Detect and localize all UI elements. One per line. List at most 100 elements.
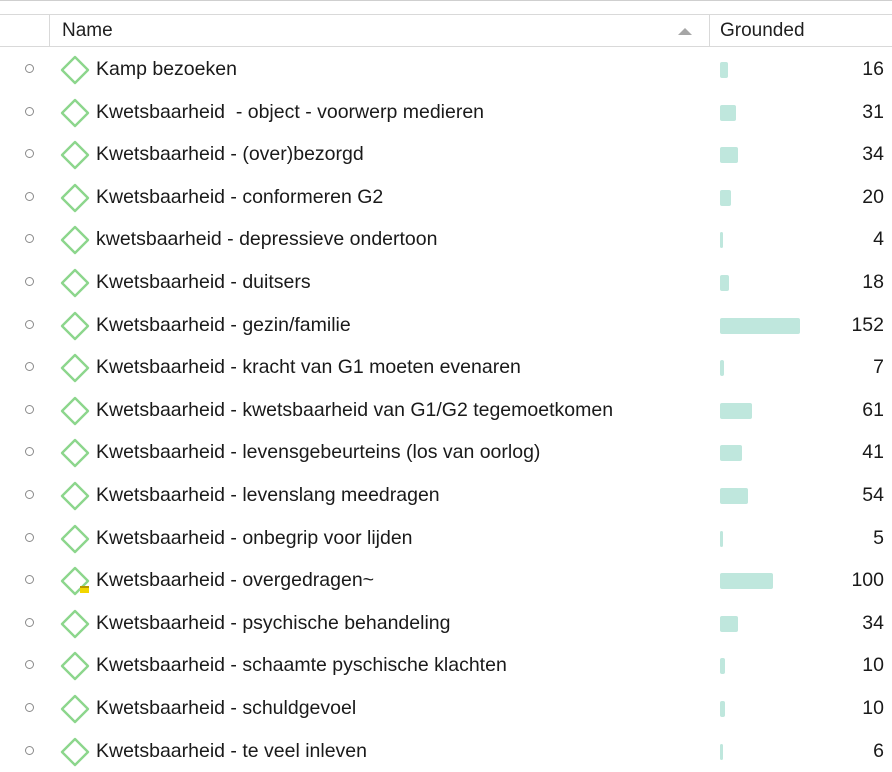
row-radio-button[interactable]: [25, 660, 34, 669]
grounded-bar: [720, 62, 728, 78]
column-header-grounded-label: Grounded: [720, 20, 805, 41]
code-diamond-icon: [60, 268, 90, 298]
row-radio-button[interactable]: [25, 746, 34, 755]
grounded-count: 10: [862, 687, 884, 729]
code-diamond-icon: [60, 55, 90, 85]
code-diamond-icon: [60, 524, 90, 554]
code-diamond-icon: [60, 98, 90, 128]
column-header-name[interactable]: Name: [49, 15, 709, 47]
table-row[interactable]: Kwetsbaarheid - kwetsbaarheid van G1/G2 …: [0, 389, 892, 432]
grounded-bar: [720, 488, 748, 504]
table-row[interactable]: Kwetsbaarheid - overgedragen~ 100: [0, 559, 892, 602]
code-name: Kwetsbaarheid - te veel inleven: [96, 730, 367, 772]
row-radio-button[interactable]: [25, 575, 34, 584]
grounded-count: 34: [862, 602, 884, 644]
code-name: Kwetsbaarheid - kracht van G1 moeten eve…: [96, 346, 521, 388]
triangle-up-icon[interactable]: [678, 28, 692, 35]
code-name: Kwetsbaarheid - psychische behandeling: [96, 602, 450, 644]
grounded-count: 100: [851, 559, 884, 601]
grounded-count: 7: [873, 346, 884, 388]
row-radio-button[interactable]: [25, 703, 34, 712]
grounded-count: 41: [862, 431, 884, 473]
code-diamond-icon: [60, 353, 90, 383]
code-name: Kwetsbaarheid - onbegrip voor lijden: [96, 517, 413, 559]
column-header: Name Grounded: [0, 14, 892, 47]
grounded-bar: [720, 616, 738, 632]
row-radio-button[interactable]: [25, 192, 34, 201]
code-diamond-icon: [60, 651, 90, 681]
grounded-count: 6: [873, 730, 884, 772]
table-row[interactable]: Kwetsbaarheid - gezin/familie 152: [0, 304, 892, 347]
code-name: Kwetsbaarheid - overgedragen~: [96, 559, 374, 601]
code-name: Kwetsbaarheid - levenslang meedragen: [96, 474, 440, 516]
row-radio-button[interactable]: [25, 405, 34, 414]
grounded-bar: [720, 105, 736, 121]
table-row[interactable]: Kwetsbaarheid - levenslang meedragen 54: [0, 474, 892, 517]
table-row[interactable]: Kamp bezoeken 16: [0, 48, 892, 91]
table-row[interactable]: Kwetsbaarheid - (over)bezorgd34: [0, 133, 892, 176]
top-border: [0, 0, 892, 5]
code-name: Kwetsbaarheid - duitsers: [96, 261, 311, 303]
grounded-bar: [720, 658, 725, 674]
row-radio-button[interactable]: [25, 234, 34, 243]
table-row[interactable]: Kwetsbaarheid - onbegrip voor lijden5: [0, 517, 892, 560]
grounded-bar: [720, 318, 800, 334]
table-row[interactable]: Kwetsbaarheid - schuldgevoel 10: [0, 687, 892, 730]
code-diamond-icon: [60, 438, 90, 468]
row-radio-button[interactable]: [25, 490, 34, 499]
column-header-name-label: Name: [62, 20, 113, 41]
grounded-bar: [720, 744, 723, 760]
table-row[interactable]: Kwetsbaarheid - schaamte pyschische klac…: [0, 644, 892, 687]
table-row[interactable]: Kwetsbaarheid - object - voorwerp medier…: [0, 91, 892, 134]
code-name: Kamp bezoeken: [96, 48, 237, 90]
code-diamond-icon: [60, 311, 90, 341]
row-radio-button[interactable]: [25, 533, 34, 542]
table-row[interactable]: Kwetsbaarheid - conformeren G220: [0, 176, 892, 219]
code-diamond-icon: [60, 396, 90, 426]
grounded-bar: [720, 147, 738, 163]
code-diamond-icon: [60, 183, 90, 213]
code-name: Kwetsbaarheid - kwetsbaarheid van G1/G2 …: [96, 389, 613, 431]
table-row[interactable]: kwetsbaarheid - depressieve ondertoon 4: [0, 218, 892, 261]
grounded-count: 54: [862, 474, 884, 516]
grounded-count: 18: [862, 261, 884, 303]
table-row[interactable]: Kwetsbaarheid - duitsers 18: [0, 261, 892, 304]
code-diamond-icon: [60, 609, 90, 639]
column-header-grounded[interactable]: Grounded: [709, 15, 892, 47]
row-radio-button[interactable]: [25, 277, 34, 286]
code-name: Kwetsbaarheid - schaamte pyschische klac…: [96, 644, 507, 686]
grounded-bar: [720, 531, 723, 547]
grounded-bar: [720, 275, 729, 291]
table-row[interactable]: Kwetsbaarheid - te veel inleven 6: [0, 730, 892, 772]
code-name: Kwetsbaarheid - (over)bezorgd: [96, 133, 364, 175]
grounded-count: 61: [862, 389, 884, 431]
table-row[interactable]: Kwetsbaarheid - kracht van G1 moeten eve…: [0, 346, 892, 389]
code-list: Kamp bezoeken 16 Kwetsbaarheid - object - …: [0, 48, 892, 772]
code-name: Kwetsbaarheid - levensgebeurteins (los v…: [96, 431, 540, 473]
code-diamond-icon: [60, 225, 90, 255]
grounded-count: 10: [862, 644, 884, 686]
row-radio-button[interactable]: [25, 618, 34, 627]
code-name: Kwetsbaarheid - gezin/familie: [96, 304, 351, 346]
code-name: Kwetsbaarheid - conformeren G2: [96, 176, 383, 218]
grounded-count: 4: [873, 218, 884, 260]
row-radio-button[interactable]: [25, 107, 34, 116]
code-name: Kwetsbaarheid - object - voorwerp medier…: [96, 91, 484, 133]
code-name: kwetsbaarheid - depressieve ondertoon: [96, 218, 437, 260]
row-radio-button[interactable]: [25, 320, 34, 329]
code-name: Kwetsbaarheid - schuldgevoel: [96, 687, 356, 729]
grounded-bar: [720, 445, 742, 461]
grounded-count: 152: [851, 304, 884, 346]
row-radio-button[interactable]: [25, 362, 34, 371]
table-row[interactable]: Kwetsbaarheid - psychische behandeling 34: [0, 602, 892, 645]
memo-note-icon: [80, 586, 89, 593]
grounded-bar: [720, 232, 723, 248]
grounded-count: 16: [862, 48, 884, 90]
grounded-bar: [720, 573, 773, 589]
row-radio-button[interactable]: [25, 447, 34, 456]
table-row[interactable]: Kwetsbaarheid - levensgebeurteins (los v…: [0, 431, 892, 474]
row-radio-button[interactable]: [25, 149, 34, 158]
row-radio-button[interactable]: [25, 64, 34, 73]
code-diamond-icon: [60, 140, 90, 170]
code-diamond-icon: [60, 737, 90, 767]
